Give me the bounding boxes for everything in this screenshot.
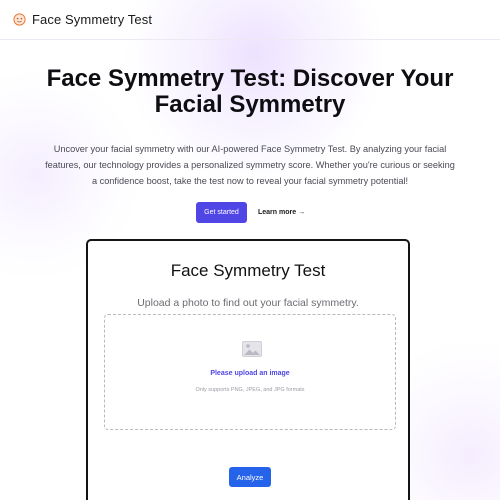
face-logo-icon[interactable] — [13, 13, 26, 26]
analyze-button[interactable]: Analyze — [229, 467, 271, 487]
upload-format-hint: Only supports PNG, JPEG, and JPG formats — [195, 387, 305, 393]
image-icon — [242, 341, 262, 357]
card-subtitle: Upload a photo to find out your facial s… — [137, 297, 359, 309]
cta-row: Get started Learn more → — [0, 202, 500, 223]
symmetry-test-card: Face Symmetry Test Upload a photo to fin… — [86, 239, 410, 500]
brand-name[interactable]: Face Symmetry Test — [32, 12, 152, 27]
get-started-button[interactable]: Get started — [196, 202, 247, 223]
hero-description: Uncover your facial symmetry with our AI… — [45, 144, 455, 186]
card-title: Face Symmetry Test — [170, 261, 326, 280]
learn-more-link[interactable]: Learn more → — [258, 202, 305, 223]
page: Face Symmetry Test Face Symmetry Test: D… — [0, 0, 500, 500]
image-upload-dropzone[interactable]: Please upload an image Only supports PNG… — [104, 314, 396, 430]
top-navbar: Face Symmetry Test — [0, 0, 500, 40]
upload-prompt[interactable]: Please upload an image — [105, 370, 395, 377]
hero-title: Face Symmetry Test: Discover Your Facial… — [46, 65, 454, 118]
